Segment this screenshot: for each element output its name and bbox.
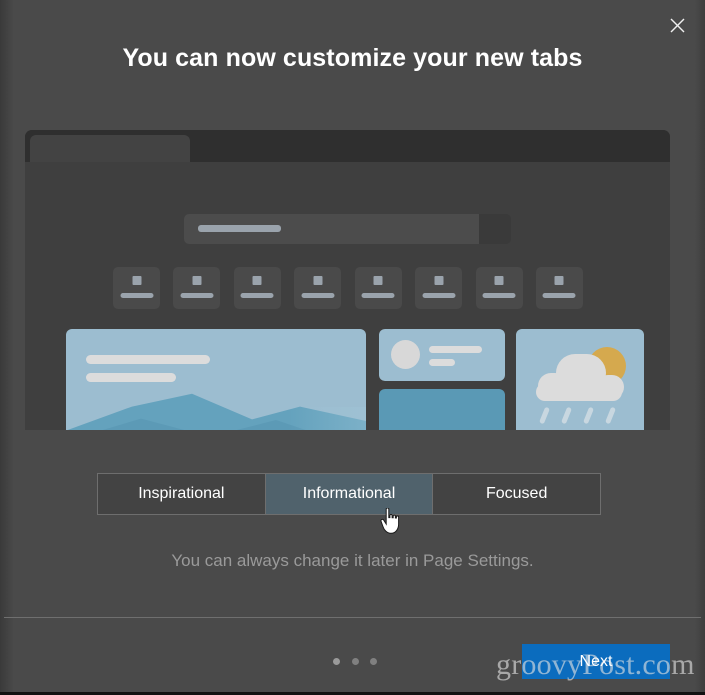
footer-divider	[4, 617, 701, 618]
tile-icon	[494, 276, 504, 285]
tab-focused[interactable]: Focused	[433, 474, 600, 514]
tile-icon	[434, 276, 444, 285]
pagination-dot-1[interactable]	[333, 657, 340, 665]
quick-link-tile	[173, 267, 221, 309]
quick-link-tile	[113, 267, 160, 309]
quick-link-tile	[535, 267, 583, 309]
profile-subtitle-bar	[429, 359, 455, 366]
pagination-dot-2[interactable]	[351, 657, 359, 665]
cloud-base-icon	[536, 383, 622, 401]
mock-browser-tab	[30, 135, 190, 162]
mock-browser-window	[25, 130, 670, 430]
tab-label: Informational	[302, 485, 396, 502]
mock-browser-body	[25, 162, 670, 430]
tab-label: Inspirational	[138, 485, 225, 502]
quick-link-tile	[233, 267, 281, 309]
tab-label: Focused	[485, 485, 548, 502]
tile-icon	[554, 276, 564, 285]
tile-label-bar	[301, 293, 335, 298]
helper-text: You can always change it later in Page S…	[171, 551, 534, 570]
quick-links-row	[113, 267, 583, 309]
weather-card	[516, 329, 644, 430]
tile-label-bar	[542, 293, 576, 298]
tile-icon	[192, 276, 202, 285]
new-tab-customization-dialog: You can now customize your new tabs Insp…	[0, 0, 705, 695]
close-icon	[670, 18, 685, 33]
hero-image-card	[66, 329, 366, 430]
content-card	[379, 389, 505, 430]
hero-subline-bar	[86, 373, 176, 382]
quick-link-tile	[354, 267, 402, 309]
haze-overlay	[288, 407, 366, 430]
pagination-dot-3[interactable]	[370, 657, 377, 665]
rain-streak-icon	[582, 406, 595, 425]
tile-icon	[373, 276, 383, 285]
profile-title-bar	[429, 346, 482, 353]
next-button[interactable]	[522, 644, 670, 679]
tile-label-bar	[120, 293, 153, 298]
pagination-dots	[333, 657, 377, 665]
tab-informational[interactable]: Informational	[265, 474, 434, 514]
mock-search-row	[184, 214, 511, 244]
search-placeholder-bar	[198, 225, 281, 232]
search-input	[184, 214, 479, 244]
rain-streak-icon	[560, 406, 573, 425]
tile-label-bar	[180, 293, 214, 298]
tile-label-bar	[240, 293, 274, 298]
page-title: You can now customize your new tabs	[122, 44, 583, 72]
new-tab-preview	[25, 130, 670, 430]
content-cards	[66, 329, 644, 430]
right-edge-shadow	[695, 0, 705, 695]
avatar	[391, 340, 420, 369]
quick-link-tile	[294, 267, 342, 309]
left-edge-shadow	[0, 0, 14, 695]
tile-label-bar	[361, 293, 395, 298]
layout-option-tabs: Inspirational Informational Focused	[97, 473, 601, 515]
quick-link-tile	[415, 267, 463, 309]
tile-icon	[132, 276, 141, 285]
tile-icon	[252, 276, 262, 285]
profile-card	[379, 329, 505, 381]
mock-tabstrip	[25, 130, 670, 162]
hero-headline-bar	[86, 355, 210, 364]
rain-streak-icon	[604, 406, 617, 425]
close-button[interactable]	[655, 5, 699, 45]
search-submit-button	[479, 214, 511, 244]
tile-label-bar	[482, 293, 516, 298]
tab-inspirational[interactable]: Inspirational	[98, 474, 266, 514]
tile-label-bar	[422, 293, 456, 298]
tile-icon	[313, 276, 323, 285]
quick-link-tile	[475, 267, 523, 309]
rain-streak-icon	[538, 406, 551, 425]
